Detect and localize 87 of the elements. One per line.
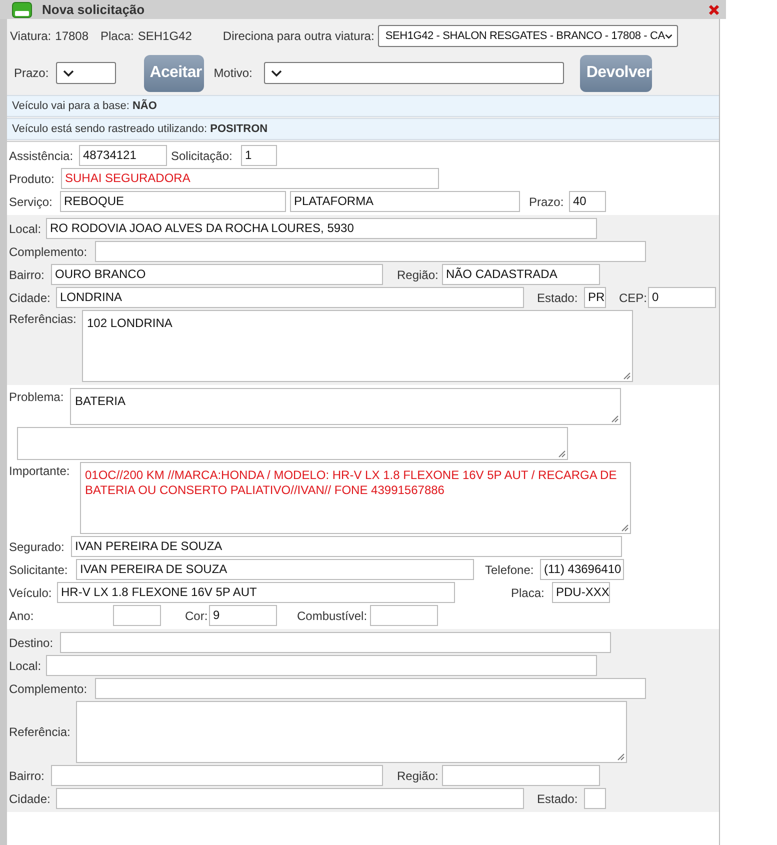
text-field[interactable]: LONDRINA [56, 287, 524, 308]
field-label: Bairro: [9, 266, 46, 282]
text-field[interactable]: 9 [209, 605, 277, 626]
text-field[interactable]: IVAN PEREIRA DE SOUZA [71, 536, 622, 557]
chevron-down-icon [62, 70, 74, 76]
chevron-down-icon [271, 70, 282, 76]
field-label: Combustível: [297, 608, 368, 624]
text-field[interactable] [60, 632, 611, 653]
field-label: Local: [9, 658, 42, 674]
field-label: Local: [9, 220, 42, 236]
field-label: Telefone: [485, 562, 535, 578]
text-field[interactable]: HR-V LX 1.8 FLEXONE 16V 5P AUT [57, 582, 455, 603]
field-label: Cidade: [9, 790, 52, 806]
text-field[interactable]: (11) 43696410 [540, 559, 624, 580]
field-value: SEH1G42 [138, 29, 192, 43]
text-field[interactable] [95, 678, 646, 699]
window-title: Nova solicitação [42, 2, 145, 17]
field-label: Serviço: [9, 194, 54, 210]
field-label: Referência: [9, 724, 72, 740]
field-value: 17808 [55, 29, 89, 43]
field-label: Bairro: [9, 768, 46, 784]
field-label: Viatura: [10, 29, 52, 43]
text-field[interactable]: PLATAFORMA [290, 191, 520, 212]
field-label: Região: [397, 266, 440, 282]
text-area[interactable]: BATERIA [70, 388, 621, 425]
field-label: Região: [397, 768, 440, 784]
text-field[interactable] [584, 788, 606, 809]
field-label: Importante: [9, 463, 71, 479]
text-field[interactable]: SUHAI SEGURADORA [61, 168, 439, 189]
field-label: Estado: [537, 290, 579, 306]
field-label: Destino: [9, 634, 54, 650]
text-area[interactable]: 01OC//200 KM //MARCA:HONDA / MODELO: HR-V LX 1.8 FLEXONE 16V 5P AUT / RECARGA DE BATERIA OU CONSERTO PALIATIVO//IVAN// FONE 43991567886 [80, 462, 631, 534]
close-icon[interactable] [708, 4, 720, 16]
notice-text: Veículo está sendo rastreado utilizando: POSITRON [7, 118, 719, 140]
text-field[interactable]: RO RODOVIA JOAO ALVES DA ROCHA LOURES, 5930 [46, 218, 597, 239]
field-label: Veículo: [9, 584, 53, 600]
field-label: Ano: [9, 608, 35, 624]
text-area[interactable] [17, 427, 568, 460]
chevron-down-icon [664, 32, 672, 40]
deadline-dropdown[interactable] [56, 62, 116, 84]
reason-dropdown[interactable] [264, 62, 564, 84]
field-label: Assistência: [9, 148, 74, 164]
text-field[interactable]: 1 [241, 145, 277, 166]
notice-text: Veículo vai para a base: NÃO [7, 95, 719, 117]
text-area[interactable]: 102 LONDRINA [82, 310, 633, 382]
text-field[interactable]: 0 [648, 287, 716, 308]
text-field[interactable]: PR [584, 287, 606, 308]
text-area[interactable] [76, 701, 627, 763]
vehicle-dropdown[interactable]: SEH1G42 - SHALON RESGATES - BRANCO - 17808 - CA [378, 25, 678, 47]
field-label: Solicitante: [9, 562, 69, 578]
text-field[interactable]: OURO BRANCO [51, 264, 383, 285]
field-label: Complemento: [9, 244, 88, 260]
resize-grip-icon[interactable] [617, 753, 625, 761]
text-field[interactable] [442, 765, 600, 786]
text-field[interactable]: PDU-XXX [552, 582, 610, 603]
text-field[interactable] [113, 605, 161, 626]
field-label: Motivo: [214, 66, 252, 80]
resize-grip-icon[interactable] [621, 524, 629, 532]
text-field[interactable]: NÃO CADASTRADA [442, 264, 600, 285]
text-field[interactable]: 48734121 [79, 145, 167, 166]
field-label: Cor: [185, 608, 207, 624]
field-label: Produto: [9, 170, 56, 186]
text-field[interactable] [56, 788, 524, 809]
field-label: CEP: [619, 290, 646, 306]
text-field[interactable]: 40 [569, 191, 606, 212]
field-label: Placa: [100, 29, 134, 43]
text-field[interactable] [370, 605, 438, 626]
resize-grip-icon[interactable] [611, 415, 619, 423]
resize-grip-icon[interactable] [558, 450, 566, 458]
field-label: Problema: [9, 389, 65, 405]
field-label: Prazo: [14, 66, 49, 80]
field-label: Cidade: [9, 290, 52, 306]
text-field[interactable] [51, 765, 383, 786]
field-label: Referências: [9, 311, 78, 327]
text-field[interactable]: IVAN PEREIRA DE SOUZA [76, 559, 474, 580]
resize-grip-icon[interactable] [623, 372, 631, 380]
field-label: Solicitação: [171, 148, 234, 164]
text-field[interactable] [95, 241, 646, 262]
text-field[interactable]: REBOQUE [60, 191, 286, 212]
field-label: Prazo: [529, 194, 565, 210]
field-label: Estado: [537, 790, 579, 806]
field-label: Complemento: [9, 680, 88, 696]
gps-icon [12, 2, 32, 18]
field-label: Direciona para outra viatura: [222, 29, 374, 43]
field-label: Placa: [511, 584, 546, 600]
field-label: Segurado: [9, 538, 66, 554]
text-field[interactable] [46, 655, 597, 676]
